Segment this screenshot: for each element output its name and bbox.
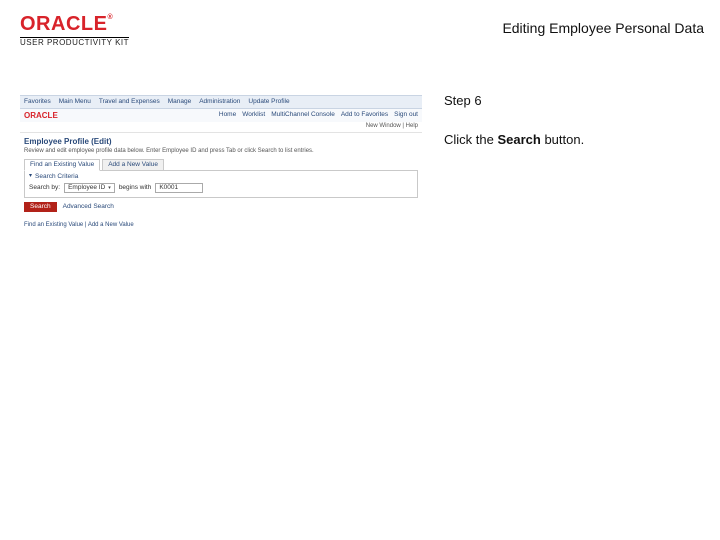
search-criteria-label: Search Criteria (35, 173, 78, 181)
link-worklist[interactable]: Worklist (242, 111, 265, 121)
tab-add-new[interactable]: Add a New Value (102, 159, 164, 170)
upk-subbrand: USER PRODUCTIVITY KIT (20, 37, 129, 47)
instruction-panel: Step 6 Click the Search button. (422, 95, 704, 147)
oracle-wordmark: ORACLE (20, 13, 107, 35)
window-toolbar[interactable]: New Window | Help (20, 122, 422, 132)
instruction-bold: Search (497, 132, 540, 147)
search-by-dropdown[interactable]: Employee ID (64, 183, 115, 193)
trademark: ® (107, 14, 113, 21)
mode-tabs: Find an Existing Value Add a New Value (20, 159, 422, 170)
link-signout[interactable]: Sign out (394, 111, 418, 121)
search-value-input[interactable]: K0001 (155, 183, 203, 193)
instruction-suffix: button. (541, 132, 584, 147)
section-title: Employee Profile (Edit) (20, 133, 422, 147)
foot-links[interactable]: Find an Existing Value | Add a New Value (20, 216, 422, 235)
search-prefix-label: begins with (119, 184, 152, 192)
oracle-logo-text: ORACLE® (20, 14, 129, 34)
link-home[interactable]: Home (219, 111, 236, 121)
breadcrumb-item[interactable]: Manage (168, 98, 192, 106)
search-panel: ▾ Search Criteria Search by: Employee ID… (24, 170, 418, 198)
topic-title: Editing Employee Personal Data (502, 20, 704, 36)
step-label: Step 6 (444, 93, 704, 108)
breadcrumb-item[interactable]: Favorites (24, 98, 51, 106)
breadcrumb-item[interactable]: Main Menu (59, 98, 91, 106)
mini-oracle-logo: ORACLE (24, 111, 58, 121)
breadcrumb-item[interactable]: Update Profile (248, 98, 289, 106)
instruction-text: Click the Search button. (444, 132, 704, 147)
embedded-screenshot: Favorites Main Menu Travel and Expenses … (20, 95, 422, 235)
section-blurb: Review and edit employee profile data be… (20, 146, 422, 159)
breadcrumb-bar: Favorites Main Menu Travel and Expenses … (20, 95, 422, 109)
tab-find-existing[interactable]: Find an Existing Value (24, 159, 100, 171)
chevron-down-icon: ▾ (29, 173, 32, 180)
breadcrumb-item[interactable]: Administration (199, 98, 240, 106)
search-button[interactable]: Search (24, 202, 57, 212)
breadcrumb-item[interactable]: Travel and Expenses (99, 98, 160, 106)
instruction-prefix: Click the (444, 132, 497, 147)
link-addfav[interactable]: Add to Favorites (341, 111, 388, 121)
top-links: Home Worklist MultiChannel Console Add t… (219, 111, 418, 121)
advanced-search-link[interactable]: Advanced Search (63, 203, 114, 211)
search-criteria-toggle[interactable]: ▾ Search Criteria (29, 173, 413, 183)
search-by-label: Search by: (29, 184, 60, 192)
link-mcc[interactable]: MultiChannel Console (271, 111, 335, 121)
oracle-upk-logo: ORACLE® USER PRODUCTIVITY KIT (20, 14, 129, 47)
